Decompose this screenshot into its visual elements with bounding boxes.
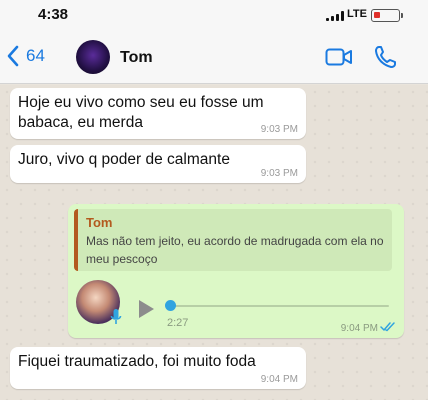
- play-icon[interactable]: [136, 298, 156, 320]
- message-bubble-incoming[interactable]: Juro, vivo q poder de calmante 9:03 PM: [10, 145, 306, 183]
- voice-duration: 2:27: [167, 317, 189, 329]
- status-bar: 4:38 LTE: [0, 0, 428, 32]
- avatar[interactable]: [76, 40, 110, 74]
- message-text: Fiquei traumatizado, foi muito foda: [18, 353, 256, 370]
- contact-name[interactable]: Tom: [120, 49, 153, 67]
- video-call-icon[interactable]: [325, 48, 353, 66]
- chat-header: 64 Tom: [0, 32, 428, 84]
- read-receipt-icon: [380, 322, 395, 332]
- message-text: Hoje eu vivo como seu eu fosse um babaca…: [18, 94, 264, 131]
- unread-count: 64: [26, 46, 45, 65]
- quoted-message[interactable]: Tom Mas não tem jeito, eu acordo de madr…: [74, 209, 392, 271]
- quoted-author: Tom: [86, 215, 113, 230]
- chat-area[interactable]: Hoje eu vivo como seu eu fosse um babaca…: [0, 85, 428, 400]
- message-time: 9:04 PM: [340, 323, 378, 334]
- message-time: 9:03 PM: [260, 124, 298, 135]
- status-time: 4:38: [38, 6, 69, 23]
- mic-icon: [110, 309, 122, 324]
- message-time: 9:03 PM: [260, 168, 298, 179]
- back-button[interactable]: 64: [6, 45, 45, 67]
- signal-icon: [326, 11, 346, 21]
- battery-icon: [371, 9, 403, 22]
- network-label: LTE: [347, 8, 367, 20]
- voice-progress-handle[interactable]: [165, 300, 176, 311]
- message-time: 9:04 PM: [260, 374, 298, 385]
- phone-icon[interactable]: [374, 45, 396, 69]
- message-bubble-incoming[interactable]: Fiquei traumatizado, foi muito foda 9:04…: [10, 347, 306, 389]
- voice-progress-track[interactable]: [167, 305, 389, 307]
- message-text: Juro, vivo q poder de calmante: [18, 151, 230, 168]
- message-bubble-incoming[interactable]: Hoje eu vivo como seu eu fosse um babaca…: [10, 88, 306, 139]
- quoted-text: Mas não tem jeito, eu acordo de madrugad…: [86, 234, 384, 266]
- back-chevron-icon: [7, 45, 19, 67]
- voice-message-bubble-outgoing[interactable]: Tom Mas não tem jeito, eu acordo de madr…: [68, 204, 404, 338]
